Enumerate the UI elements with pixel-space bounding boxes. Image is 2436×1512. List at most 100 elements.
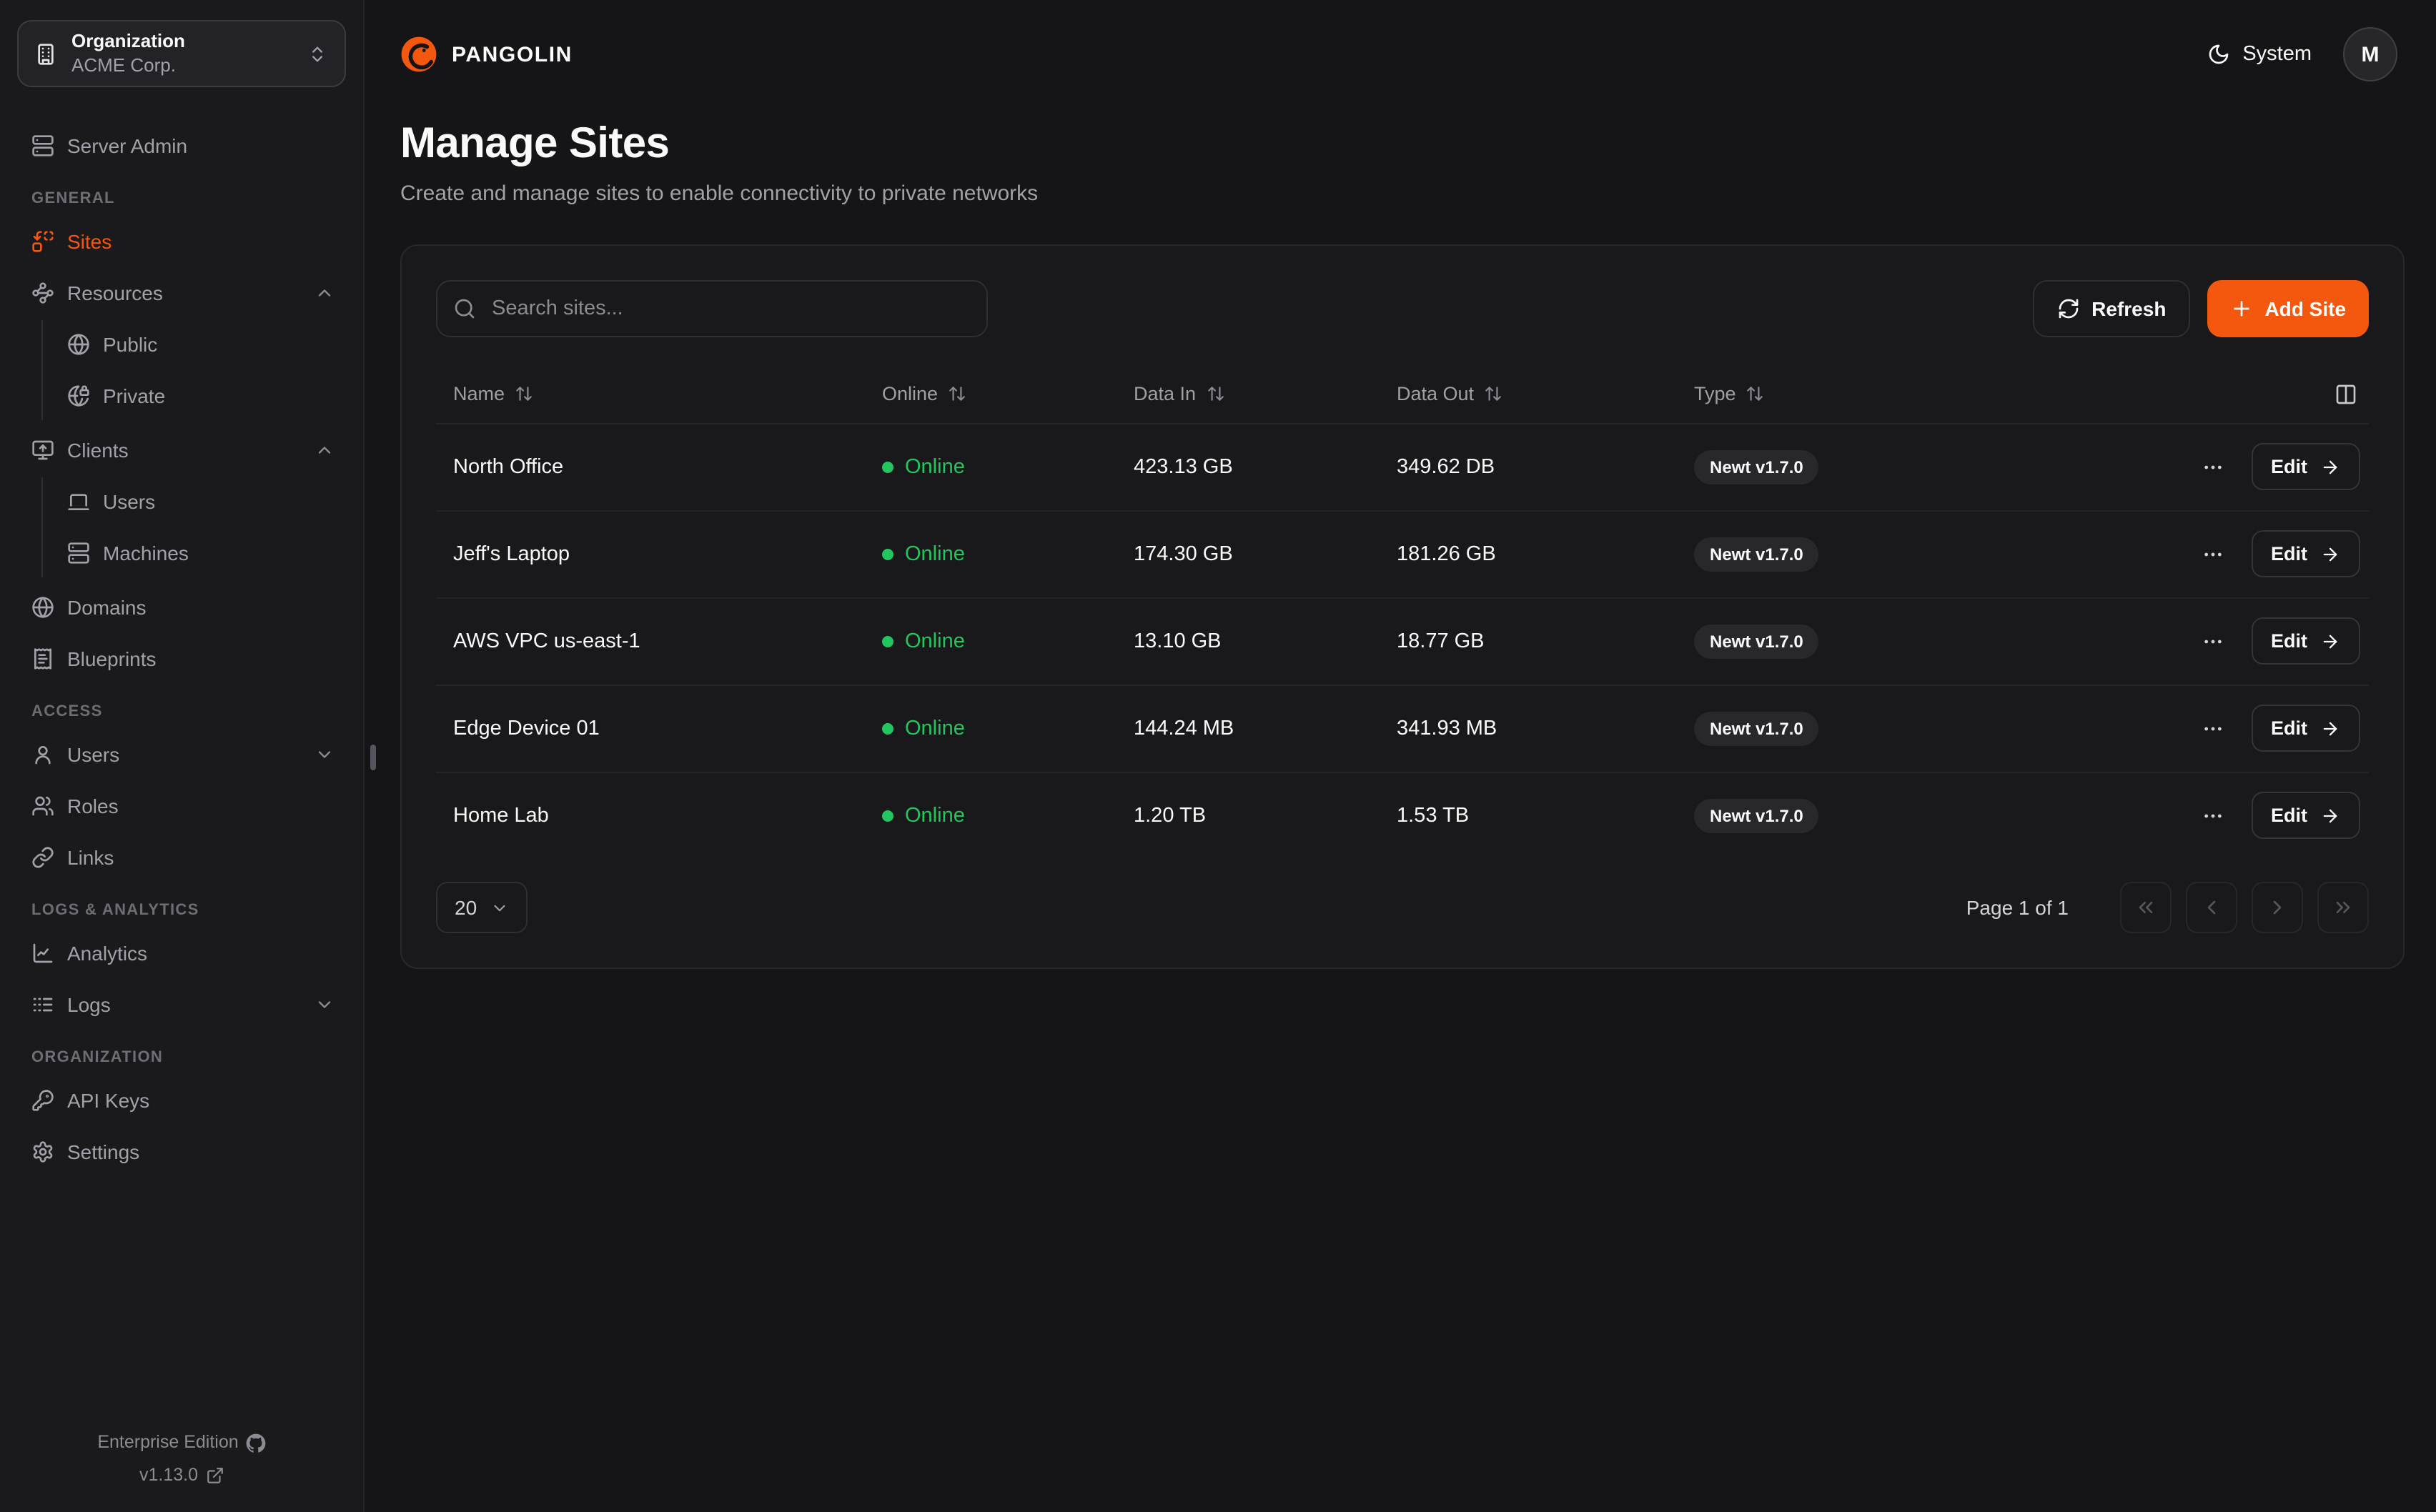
refresh-label: Refresh (2091, 297, 2166, 320)
table-row: Jeff's Laptop Online 174.30 GB 181.26 GB… (436, 510, 2369, 597)
sidebar-item-server-admin[interactable]: Server Admin (17, 121, 346, 170)
plus-icon (2230, 297, 2253, 320)
sidebar-item-label: Domains (67, 596, 147, 619)
chevron-left-icon (2200, 896, 2223, 919)
sidebar-item-roles[interactable]: Roles (17, 782, 346, 830)
row-menu-button[interactable] (2195, 799, 2229, 833)
sidebar: Organization ACME Corp. Server Admin Gen… (0, 0, 365, 1512)
prev-page-button[interactable] (2186, 882, 2237, 933)
sidebar-nav: Server Admin General Sites Resources Pub… (17, 121, 346, 1426)
sidebar-item-private[interactable]: Private (61, 372, 346, 420)
sidebar-item-blueprints[interactable]: Blueprints (17, 635, 346, 683)
theme-toggle-label: System (2242, 43, 2312, 66)
chevrons-up-down-icon (307, 44, 327, 64)
row-menu-button[interactable] (2195, 624, 2229, 658)
toggle-columns-button[interactable] (2332, 380, 2360, 409)
online-dot (882, 548, 893, 559)
sidebar-item-machines[interactable]: Machines (61, 529, 346, 577)
refresh-button[interactable]: Refresh (2033, 280, 2190, 337)
avatar[interactable]: M (2343, 27, 2397, 81)
type-badge: Newt v1.7.0 (1694, 711, 1819, 745)
version-label: v1.13.0 (139, 1459, 198, 1492)
data-in-value: 144.24 MB (1116, 685, 1380, 772)
first-page-button[interactable] (2120, 882, 2172, 933)
search-input[interactable] (436, 280, 988, 337)
last-page-button[interactable] (2317, 882, 2369, 933)
logs-icon (31, 993, 54, 1016)
theme-toggle-button[interactable]: System (2207, 43, 2312, 66)
sidebar-item-label: Public (103, 333, 157, 356)
column-header-type[interactable]: Type (1694, 384, 1765, 405)
edit-button[interactable]: Edit (2251, 617, 2360, 665)
sidebar-item-api-keys[interactable]: API Keys (17, 1076, 346, 1125)
sort-icon (1206, 385, 1224, 404)
sidebar-item-client-users[interactable]: Users (61, 477, 346, 526)
sidebar-item-resources[interactable]: Resources (17, 269, 346, 317)
moon-icon (2207, 43, 2229, 66)
ellipsis-icon (2201, 542, 2224, 565)
chevrons-right-icon (2332, 896, 2355, 919)
site-name: Home Lab (436, 772, 865, 859)
type-badge: Newt v1.7.0 (1694, 449, 1819, 484)
row-menu-button[interactable] (2195, 537, 2229, 571)
sidebar-item-settings[interactable]: Settings (17, 1128, 346, 1176)
edit-button[interactable]: Edit (2251, 792, 2360, 840)
sort-icon (515, 385, 533, 404)
page-size-select[interactable]: 20 (436, 882, 527, 933)
column-header-online[interactable]: Online (882, 384, 966, 405)
sidebar-item-label: Users (67, 743, 119, 766)
columns-icon (2334, 383, 2357, 406)
pangolin-logo-icon (400, 36, 437, 73)
version-line[interactable]: v1.13.0 (139, 1459, 224, 1492)
brand-logo[interactable]: PANGOLIN (400, 36, 573, 73)
column-header-data-out[interactable]: Data Out (1397, 384, 1502, 405)
edit-button[interactable]: Edit (2251, 530, 2360, 577)
sidebar-item-domains[interactable]: Domains (17, 583, 346, 632)
add-site-button[interactable]: Add Site (2207, 280, 2369, 337)
page-head: Manage Sites Create and manage sites to … (365, 109, 2436, 206)
user-icon (31, 743, 54, 766)
org-selector[interactable]: Organization ACME Corp. (17, 20, 346, 87)
sidebar-item-logs[interactable]: Logs (17, 980, 346, 1029)
arrow-right-icon (2320, 457, 2340, 477)
edit-button[interactable]: Edit (2251, 443, 2360, 490)
sidebar-item-sites[interactable]: Sites (17, 217, 346, 266)
sidebar-item-label: Machines (103, 542, 189, 564)
sidebar-item-users[interactable]: Users (17, 730, 346, 779)
sidebar-item-label: Clients (67, 439, 129, 462)
row-menu-button[interactable] (2195, 711, 2229, 745)
sidebar-item-analytics[interactable]: Analytics (17, 929, 346, 978)
online-dot (882, 810, 893, 822)
sidebar-item-label: Blueprints (67, 647, 157, 670)
chevron-right-icon (2266, 896, 2289, 919)
arrow-right-icon (2320, 806, 2340, 826)
avatar-initial: M (2362, 42, 2380, 66)
sidebar-item-links[interactable]: Links (17, 833, 346, 882)
sidebar-resize-handle[interactable] (370, 745, 376, 770)
sidebar-item-label: Logs (67, 993, 111, 1016)
edition-line[interactable]: Enterprise Edition (97, 1426, 265, 1459)
page-size-value: 20 (455, 896, 477, 919)
next-page-button[interactable] (2252, 882, 2303, 933)
monitor-up-icon (31, 439, 54, 462)
sidebar-item-label: Settings (67, 1140, 139, 1163)
building-icon (34, 42, 57, 65)
column-header-data-in[interactable]: Data In (1134, 384, 1224, 405)
search-box (436, 280, 988, 337)
chevron-up-icon (315, 440, 335, 460)
users-icon (31, 795, 54, 817)
sidebar-item-clients[interactable]: Clients (17, 426, 346, 474)
edit-button[interactable]: Edit (2251, 705, 2360, 752)
arrow-right-icon (2320, 544, 2340, 564)
row-menu-button[interactable] (2195, 449, 2229, 484)
github-icon (246, 1433, 266, 1453)
column-header-name[interactable]: Name (453, 384, 533, 405)
sites-icon (31, 230, 54, 253)
section-label-organization: Organization (31, 1049, 332, 1066)
sidebar-item-public[interactable]: Public (61, 320, 346, 369)
pagination: 20 Page 1 of 1 (436, 882, 2369, 933)
sidebar-item-label: Links (67, 846, 114, 869)
sort-icon (1746, 385, 1765, 404)
server-icon (67, 542, 90, 564)
data-out-value: 341.93 MB (1380, 685, 1677, 772)
